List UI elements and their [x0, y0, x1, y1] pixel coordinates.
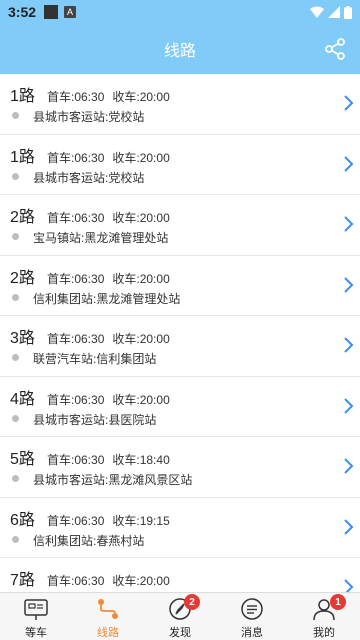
discover-badge: 2: [184, 594, 200, 610]
notification-a-icon: A: [64, 6, 77, 18]
share-button[interactable]: [322, 36, 348, 62]
route-stops: 县城市客运站:党校站: [33, 110, 145, 124]
route-item[interactable]: 2路 首车:06:30 收车:20:00 宝马镇站:黑龙滩管理处站: [0, 195, 360, 256]
stop-dot-icon: [12, 414, 19, 422]
tab-routes[interactable]: 线路: [72, 593, 144, 640]
tab-messages[interactable]: 消息: [216, 593, 288, 640]
last-bus-time: 收车:19:15: [112, 513, 170, 528]
route-name: 4路: [10, 390, 35, 408]
profile-badge: 1: [330, 594, 346, 610]
chevron-right-icon: [344, 518, 354, 535]
last-bus-time: 收车:20:00: [112, 392, 170, 407]
route-times: 首车:06:30 收车:18:40: [47, 451, 178, 468]
route-name: 6路: [10, 511, 35, 529]
last-bus-time: 收车:18:40: [112, 453, 170, 467]
chevron-right-icon: [344, 155, 354, 172]
bus-stop-icon: [23, 596, 49, 622]
route-name: 5路: [10, 451, 35, 468]
last-bus-time: 收车:20:00: [112, 332, 170, 346]
first-bus-time: 首车:06:30: [47, 150, 105, 165]
stop-dot-icon: [12, 354, 19, 361]
status-icons: [310, 5, 352, 19]
route-name: 1路: [10, 88, 35, 105]
tab-discover[interactable]: 2 发现: [144, 593, 216, 640]
route-item[interactable]: 6路 首车:06:30 收车:19:15 信利集团站:春燕村站: [0, 497, 360, 558]
battery-icon: [344, 5, 352, 19]
route-stops: 宝马镇站:黑龙滩管理处站: [33, 231, 169, 245]
route-item[interactable]: 4路 首车:06:30 收车:20:00 县城市客运站:县医院站: [0, 376, 360, 437]
stop-dot-icon: [12, 293, 19, 301]
chevron-right-icon: [344, 216, 354, 232]
route-list[interactable]: 1路 首车:06:30 收车:20:00 县城市客运站:党校站 1路 首车:06:…: [0, 74, 360, 592]
stop-dot-icon: [12, 172, 19, 180]
route-stops: 县城市客运站:党校站: [33, 170, 145, 185]
route-name: 2路: [10, 269, 35, 287]
stop-dot-icon: [12, 112, 19, 119]
first-bus-time: 首车:06:30: [47, 90, 105, 104]
route-stops: 信利集团站:黑龙滩管理处站: [33, 291, 181, 306]
route-times: 首车:06:30 收车:19:15: [47, 512, 178, 529]
last-bus-time: 收车:20:00: [112, 150, 170, 165]
stop-dot-icon: [12, 233, 19, 240]
tab-label: 我的: [313, 627, 335, 639]
tab-wait-bus[interactable]: 等车: [0, 593, 72, 640]
route-times: 首车:06:30 收车:20:00: [47, 149, 178, 166]
message-icon: [239, 596, 265, 622]
tab-label: 线路: [97, 627, 119, 639]
share-icon: [325, 38, 345, 60]
route-item[interactable]: 1路 首车:06:30 收车:20:00 县城市客运站:党校站: [0, 74, 360, 135]
route-item[interactable]: 5路 首车:06:30 收车:18:40 县城市客运站:黑龙滩风景区站: [0, 437, 360, 498]
app-header: 线路: [0, 24, 360, 74]
route-times: 首车:06:30 收车:20:00: [47, 391, 178, 408]
tab-label: 消息: [241, 627, 263, 639]
route-item[interactable]: 3路 首车:06:30 收车:20:00 联营汽车站:信利集团站: [0, 316, 360, 377]
notification-square-icon: [44, 5, 59, 19]
first-bus-time: 首车:06:30: [47, 453, 105, 467]
route-times: 首车:06:30 收车:20:00: [47, 572, 178, 589]
status-time: 3:52: [8, 4, 37, 20]
route-item[interactable]: 7路 首车:06:30 收车:20:00: [0, 558, 360, 592]
route-times: 首车:06:30 收车:20:00: [47, 209, 178, 226]
route-stops: 县城市客运站:县医院站: [33, 412, 157, 427]
chevron-right-icon: [344, 337, 354, 353]
bottom-tab-bar: 等车 线路 2 发现 消息 1 我的: [0, 592, 360, 640]
route-name: 3路: [10, 330, 35, 347]
status-bar: 3:52 A: [0, 0, 360, 24]
page-title: 线路: [163, 43, 196, 60]
route-stops: 县城市客运站:黑龙滩风景区站: [33, 473, 193, 487]
route-stops: 信利集团站:春燕村站: [33, 533, 145, 548]
route-item[interactable]: 1路 首车:06:30 收车:20:00 县城市客运站:党校站: [0, 134, 360, 195]
first-bus-time: 首车:06:30: [47, 392, 105, 407]
wifi-icon: [310, 6, 324, 18]
route-name: 7路: [10, 572, 35, 589]
last-bus-time: 收车:20:00: [112, 211, 170, 225]
chevron-right-icon: [344, 397, 354, 414]
route-times: 首车:06:30 收车:20:00: [47, 330, 178, 347]
last-bus-time: 收车:20:00: [112, 271, 170, 286]
first-bus-time: 首车:06:30: [47, 513, 105, 528]
tab-label: 发现: [169, 627, 191, 639]
route-times: 首车:06:30 收车:20:00: [47, 88, 178, 105]
chevron-right-icon: [344, 95, 354, 111]
chevron-right-icon: [344, 579, 354, 592]
first-bus-time: 首车:06:30: [47, 211, 105, 225]
route-stops: 联营汽车站:信利集团站: [33, 352, 157, 366]
first-bus-time: 首车:06:30: [47, 332, 105, 346]
stop-dot-icon: [12, 535, 19, 543]
tab-label: 等车: [25, 627, 47, 639]
route-name: 2路: [10, 209, 35, 226]
last-bus-time: 收车:20:00: [112, 574, 170, 588]
chevron-right-icon: [344, 458, 354, 474]
chevron-right-icon: [344, 276, 354, 293]
route-icon: [95, 596, 121, 622]
route-name: 1路: [10, 148, 35, 166]
tab-profile[interactable]: 1 我的: [288, 593, 360, 640]
first-bus-time: 首车:06:30: [47, 271, 105, 286]
signal-icon: [328, 6, 340, 18]
route-times: 首车:06:30 收车:20:00: [47, 270, 178, 287]
route-item[interactable]: 2路 首车:06:30 收车:20:00 信利集团站:黑龙滩管理处站: [0, 255, 360, 316]
stop-dot-icon: [12, 475, 19, 482]
first-bus-time: 首车:06:30: [47, 574, 105, 588]
last-bus-time: 收车:20:00: [112, 90, 170, 104]
